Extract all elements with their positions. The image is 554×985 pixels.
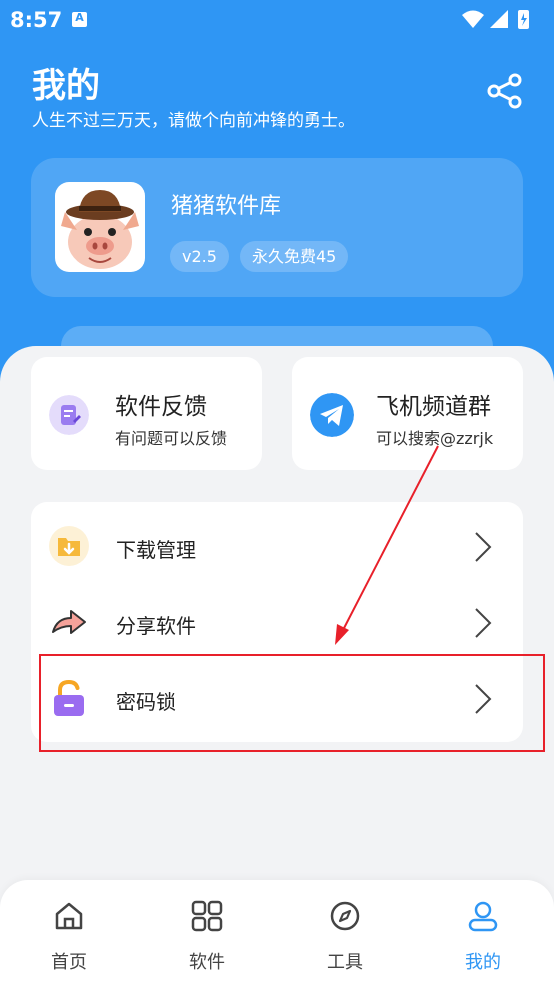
- home-icon: [55, 902, 83, 930]
- share-icon[interactable]: [486, 72, 524, 110]
- annotation-highlight-box: [39, 654, 545, 752]
- app-info-card[interactable]: 猪猪软件库 v2.5 永久免费45: [31, 158, 523, 297]
- menu-item-download[interactable]: 下载管理: [31, 508, 523, 584]
- page-title: 我的: [32, 66, 100, 106]
- download-folder-icon: [49, 526, 89, 566]
- signal-icon: [490, 10, 508, 28]
- notification-letter: A: [75, 11, 84, 24]
- telegram-card[interactable]: 飞机频道群 可以搜索@zzrjk: [292, 357, 523, 470]
- nav-mine[interactable]: 我的: [414, 880, 552, 985]
- grid-icon: [191, 900, 223, 932]
- compass-icon: [330, 901, 360, 931]
- user-icon: [468, 901, 498, 932]
- nav-software[interactable]: 软件: [138, 880, 276, 985]
- app-logo: [55, 182, 145, 272]
- license-badge: 永久免费45: [240, 241, 349, 272]
- nav-home[interactable]: 首页: [0, 880, 138, 985]
- nav-label-home: 首页: [51, 952, 87, 973]
- status-time: 8:57: [10, 8, 63, 32]
- telegram-icon: [310, 393, 354, 437]
- bottom-nav: 首页 软件 工具 我的: [0, 880, 554, 985]
- status-icons: [462, 10, 529, 29]
- version-badge: v2.5: [170, 241, 229, 272]
- pig-logo-icon: [61, 190, 139, 269]
- nav-label-mine: 我的: [465, 952, 501, 973]
- nav-label-software: 软件: [189, 952, 225, 973]
- menu-label-share: 分享软件: [116, 614, 196, 638]
- menu-label-download: 下载管理: [116, 538, 196, 562]
- feedback-card[interactable]: 软件反馈 有问题可以反馈: [31, 357, 262, 470]
- page-subtitle: 人生不过三万天，请做个向前冲锋的勇士。: [32, 111, 355, 131]
- feedback-title: 软件反馈: [115, 394, 207, 420]
- telegram-subtitle: 可以搜索@zzrjk: [376, 429, 494, 448]
- telegram-title: 飞机频道群: [376, 394, 491, 420]
- feedback-subtitle: 有问题可以反馈: [115, 429, 228, 448]
- status-bar: 8:57 A: [0, 0, 554, 38]
- notification-icon: A: [72, 11, 87, 27]
- nav-tools[interactable]: 工具: [276, 880, 414, 985]
- app-name: 猪猪软件库: [171, 194, 282, 219]
- chevron-right-icon: [475, 608, 492, 638]
- feedback-icon: [49, 395, 89, 435]
- nav-label-tools: 工具: [327, 952, 363, 973]
- wifi-icon: [462, 10, 484, 28]
- chevron-right-icon: [475, 532, 492, 562]
- menu-item-share[interactable]: 分享软件: [31, 584, 523, 660]
- share-arrow-icon: [52, 610, 86, 634]
